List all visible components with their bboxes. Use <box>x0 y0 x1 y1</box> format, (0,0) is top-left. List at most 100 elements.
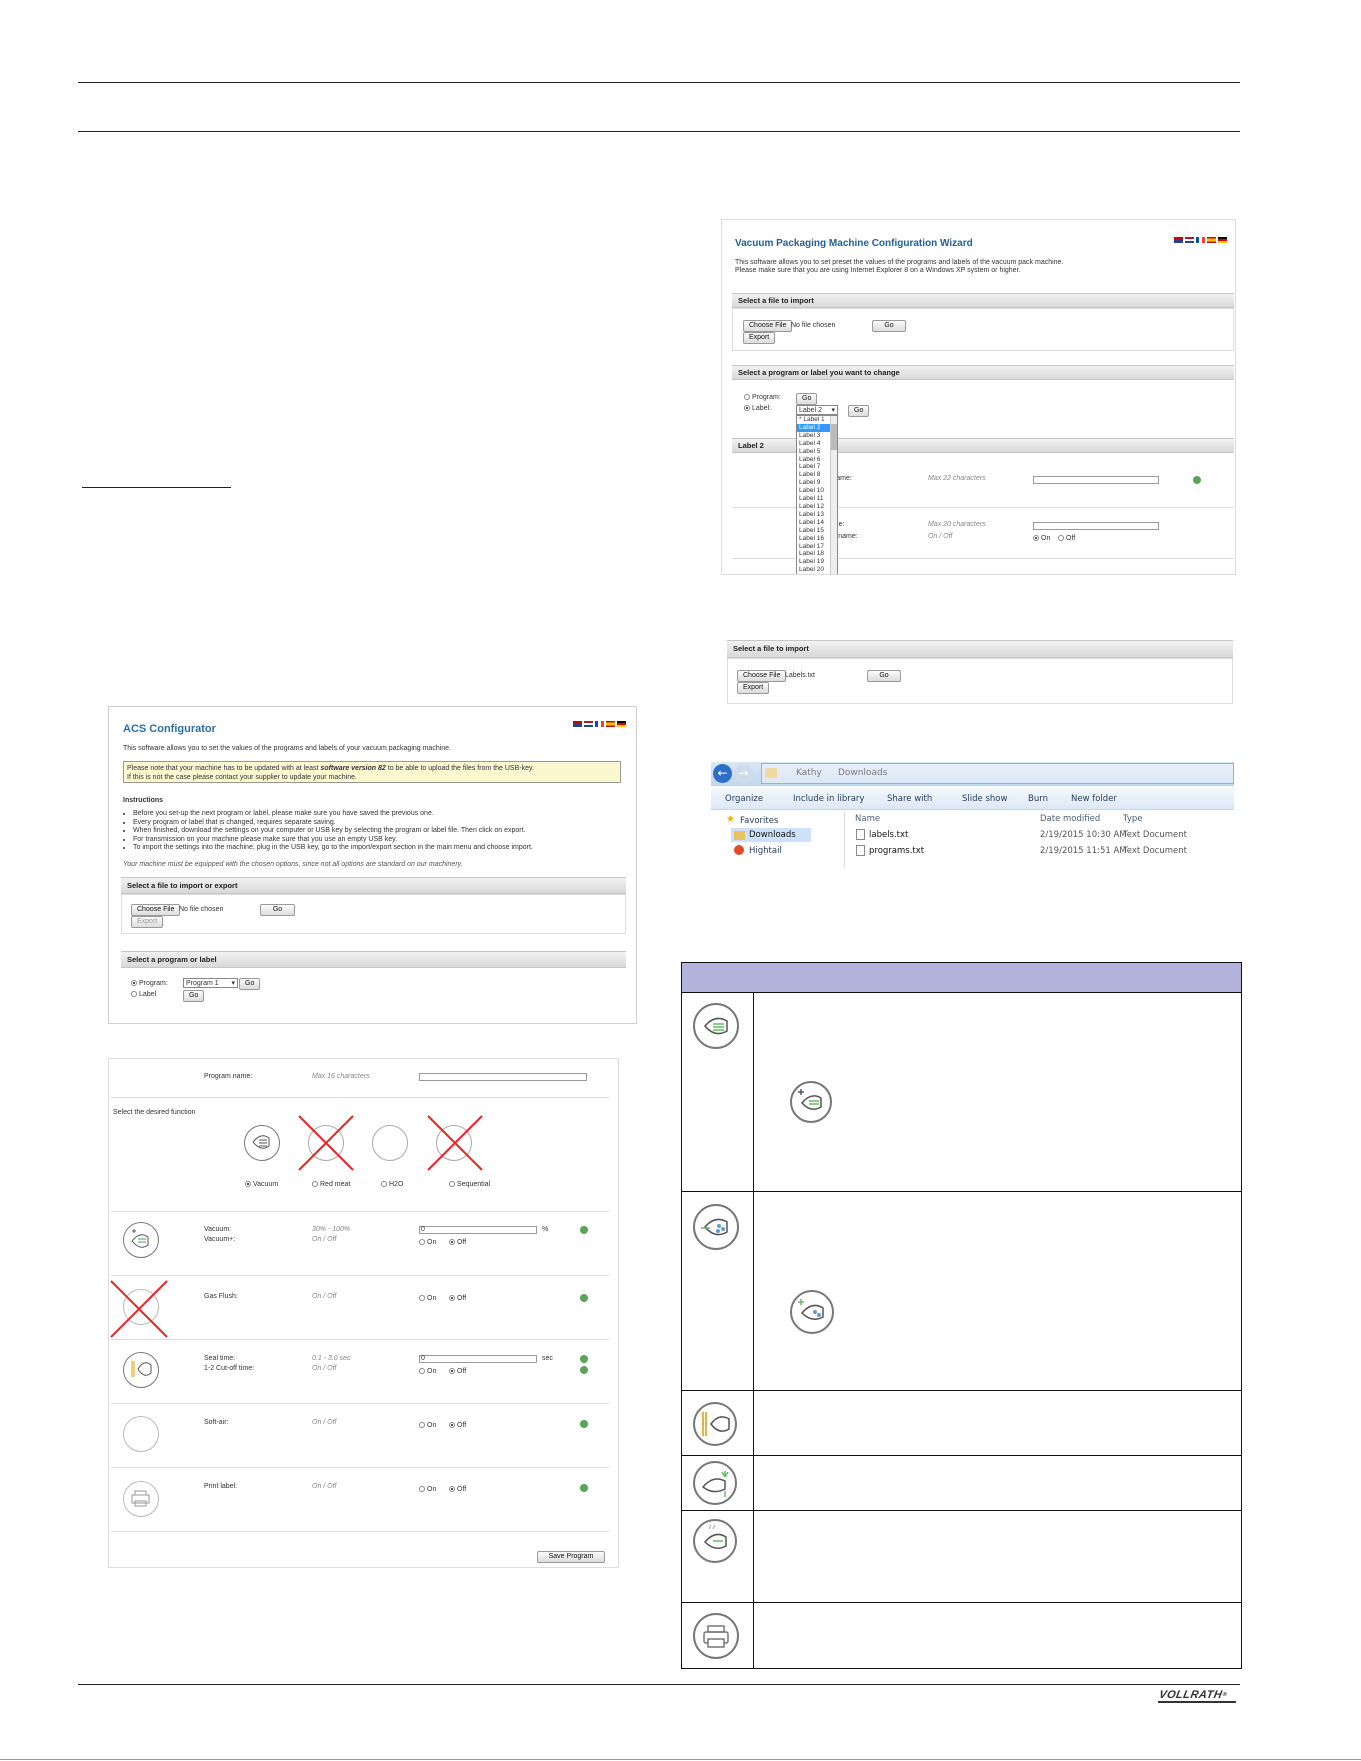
label-select[interactable]: Label 2 ▾ <box>796 405 838 415</box>
info-icon[interactable] <box>1193 476 1201 484</box>
flag-nl-icon[interactable] <box>584 721 593 728</box>
row-divider <box>111 1467 609 1468</box>
program-radio[interactable]: Program: <box>131 980 168 987</box>
flag-uk-icon[interactable] <box>1174 237 1183 244</box>
program-select-value: Program 1 <box>186 980 219 987</box>
save-program-button[interactable]: Save Program <box>537 1551 605 1563</box>
cutoff-off-radio[interactable]: Off <box>449 1368 466 1375</box>
info-icon[interactable] <box>580 1366 588 1374</box>
gas-on-radio[interactable]: On <box>1033 535 1050 542</box>
new-folder-button[interactable]: New folder <box>1071 794 1117 804</box>
vacuum-plus-on-radio[interactable]: On <box>419 1239 436 1246</box>
label-go-button[interactable]: Go <box>848 405 870 417</box>
flag-fr-icon[interactable] <box>1196 237 1205 244</box>
cutoff-on-radio[interactable]: On <box>419 1368 436 1375</box>
slide-show-button[interactable]: Slide show <box>962 794 1007 804</box>
gas-flush-off-radio[interactable]: Off <box>449 1295 466 1302</box>
column-type[interactable]: Type <box>1123 814 1143 824</box>
on-label: On <box>427 1368 437 1375</box>
file-name[interactable]: labels.txt <box>869 830 908 840</box>
label-go-button[interactable]: Go <box>183 990 205 1002</box>
cutoff-time-label: 1-2 Cut-off time: <box>204 1365 255 1372</box>
import-export-panel <box>121 894 626 934</box>
export-button[interactable]: Export <box>131 916 164 928</box>
file-date: 2/19/2015 10:30 AM <box>1040 830 1127 840</box>
text-name-input[interactable] <box>1033 476 1159 484</box>
description-cell <box>753 1510 1242 1603</box>
label-select-value: Label 2 <box>799 407 822 414</box>
row-divider <box>111 1211 609 1212</box>
program-select[interactable]: Program 1 ▾ <box>183 978 238 988</box>
description-cell <box>753 1390 1242 1456</box>
export-button[interactable]: Export <box>743 332 776 344</box>
explorer-screenshot: ← → Kathy Downloads Organize Include in … <box>711 762 1234 868</box>
vollrath-logo: VOLLRATH® <box>1157 1689 1239 1703</box>
vacuum-input[interactable]: 0 <box>419 1226 537 1234</box>
nav-favorites[interactable]: Favorites <box>740 816 778 826</box>
program-name-input[interactable] <box>419 1073 587 1081</box>
program-section-header: Select a program or label <box>121 951 626 968</box>
flag-fr-icon[interactable] <box>595 721 604 728</box>
info-icon[interactable] <box>580 1294 588 1302</box>
print-label-off-radio[interactable]: Off <box>449 1486 466 1493</box>
file-name[interactable]: programs.txt <box>869 846 924 856</box>
flag-nl-icon[interactable] <box>1185 237 1194 244</box>
program-go-button[interactable]: Go <box>239 978 261 990</box>
on-label: On <box>1041 535 1051 542</box>
go-button[interactable]: Go <box>872 320 906 332</box>
name2-input[interactable] <box>1033 522 1159 530</box>
h2o-radio[interactable]: H2O <box>381 1181 403 1188</box>
info-icon[interactable] <box>580 1355 588 1363</box>
column-name[interactable]: Name <box>855 814 880 824</box>
vacuum-radio[interactable]: Vacuum <box>245 1181 278 1188</box>
flag-es-icon[interactable] <box>1207 237 1216 244</box>
vacuum-unit: % <box>542 1226 549 1233</box>
nav-downloads[interactable]: Downloads <box>749 830 796 840</box>
row-divider <box>111 1339 609 1340</box>
h2o-function-icon[interactable] <box>372 1125 408 1161</box>
nav-hightail[interactable]: Hightail <box>749 846 782 856</box>
label-radio[interactable]: Label <box>131 991 156 998</box>
go-button[interactable]: Go <box>867 670 901 682</box>
sequential-radio[interactable]: Sequential <box>449 1181 490 1188</box>
print-label-on-radio[interactable]: On <box>419 1486 436 1493</box>
share-with-menu[interactable]: Share with <box>887 794 932 804</box>
dropdown-scrollbar[interactable] <box>830 416 837 574</box>
export-button[interactable]: Export <box>737 682 770 694</box>
gas-off-radio[interactable]: Off <box>1058 535 1075 542</box>
vacuum-function-icon[interactable] <box>244 1125 280 1161</box>
choose-file-button[interactable]: Choose File <box>131 904 181 916</box>
back-button-icon[interactable]: ← <box>713 764 732 783</box>
burn-button[interactable]: Burn <box>1028 794 1048 804</box>
info-icon[interactable] <box>580 1420 588 1428</box>
flag-uk-icon[interactable] <box>573 721 582 728</box>
info-icon[interactable] <box>580 1484 588 1492</box>
choose-file-button[interactable]: Choose File <box>737 670 787 682</box>
sequential-radio-label: Sequential <box>457 1181 491 1188</box>
forward-button-icon[interactable]: → <box>734 764 753 783</box>
vacuum-plus-off-radio[interactable]: Off <box>449 1239 466 1246</box>
flag-es-icon[interactable] <box>606 721 615 728</box>
choose-file-button[interactable]: Choose File <box>743 320 793 332</box>
soft-air-hint: On / Off <box>312 1419 337 1426</box>
flag-de-icon[interactable] <box>1218 237 1227 244</box>
organize-menu[interactable]: Organize <box>725 794 763 804</box>
address-field[interactable] <box>761 763 1234 784</box>
include-library-menu[interactable]: Include in library <box>793 794 864 804</box>
column-date[interactable]: Date modified <box>1040 814 1100 824</box>
soft-air-off-radio[interactable]: Off <box>449 1422 466 1429</box>
cutoff-time-hint: On / Off <box>312 1365 337 1372</box>
label-radio[interactable]: Label: <box>744 405 771 412</box>
red-meat-radio[interactable]: Red meat <box>312 1181 350 1188</box>
soft-air-on-radio[interactable]: On <box>419 1422 436 1429</box>
program-radio[interactable]: Program: <box>744 394 781 401</box>
gas-flush-crossed-icon <box>110 1280 168 1338</box>
gas-flush-on-radio[interactable]: On <box>419 1295 436 1302</box>
program-go-button[interactable]: Go <box>796 393 818 405</box>
info-icon[interactable] <box>580 1226 588 1234</box>
scrollbar-thumb[interactable] <box>831 424 837 450</box>
go-button[interactable]: Go <box>260 904 295 916</box>
seal-time-input[interactable]: 0 <box>419 1355 537 1363</box>
icon-cell <box>681 1455 754 1511</box>
flag-de-icon[interactable] <box>617 721 626 728</box>
